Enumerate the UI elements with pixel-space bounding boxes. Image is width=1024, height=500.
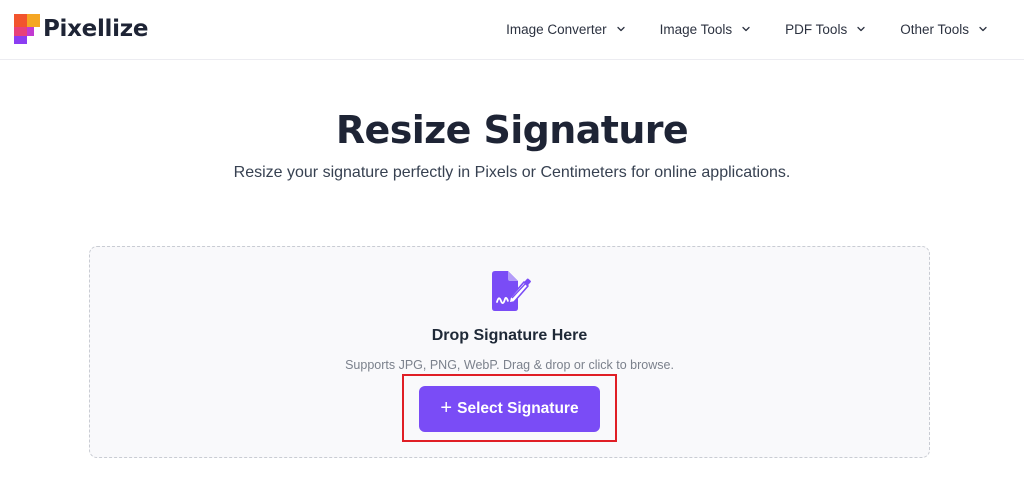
nav-image-tools[interactable]: Image Tools (660, 22, 752, 37)
nav-label: Other Tools (900, 21, 969, 37)
nav-label: PDF Tools (785, 21, 848, 37)
chevron-down-icon (857, 26, 865, 32)
page-title: Resize Signature (335, 108, 689, 152)
signature-file-icon (492, 271, 531, 311)
nav-label: Image Tools (659, 21, 733, 37)
plus-icon: + (440, 397, 453, 419)
page-subtitle: Resize your signature perfectly in Pixel… (233, 164, 791, 181)
nav-pdf-tools[interactable]: PDF Tools (785, 22, 866, 37)
signature-drop-zone[interactable]: Drop Signature Here Supports JPG, PNG, W… (89, 246, 930, 458)
site-header: Pixellize Image Converter Image Tools PD… (0, 0, 1024, 60)
nav-label: Image Converter (506, 21, 607, 37)
drop-zone-title: Drop Signature Here (431, 327, 588, 344)
chevron-down-icon (742, 26, 750, 32)
brand-name: Pixellize (43, 16, 149, 42)
drop-zone-hint: Supports JPG, PNG, WebP. Drag & drop or … (345, 358, 674, 372)
select-signature-label: Select Signature (457, 400, 579, 417)
nav-image-converter[interactable]: Image Converter (506, 22, 626, 37)
main-nav: Image Converter Image Tools PDF Tools Ot… (472, 0, 988, 58)
select-signature-button[interactable]: + Select Signature (419, 386, 600, 432)
brand-logo-icon (14, 14, 40, 44)
brand-logo-link[interactable]: Pixellize (14, 12, 148, 46)
chevron-down-icon (979, 26, 987, 32)
nav-other-tools[interactable]: Other Tools (900, 22, 988, 37)
chevron-down-icon (616, 26, 625, 32)
